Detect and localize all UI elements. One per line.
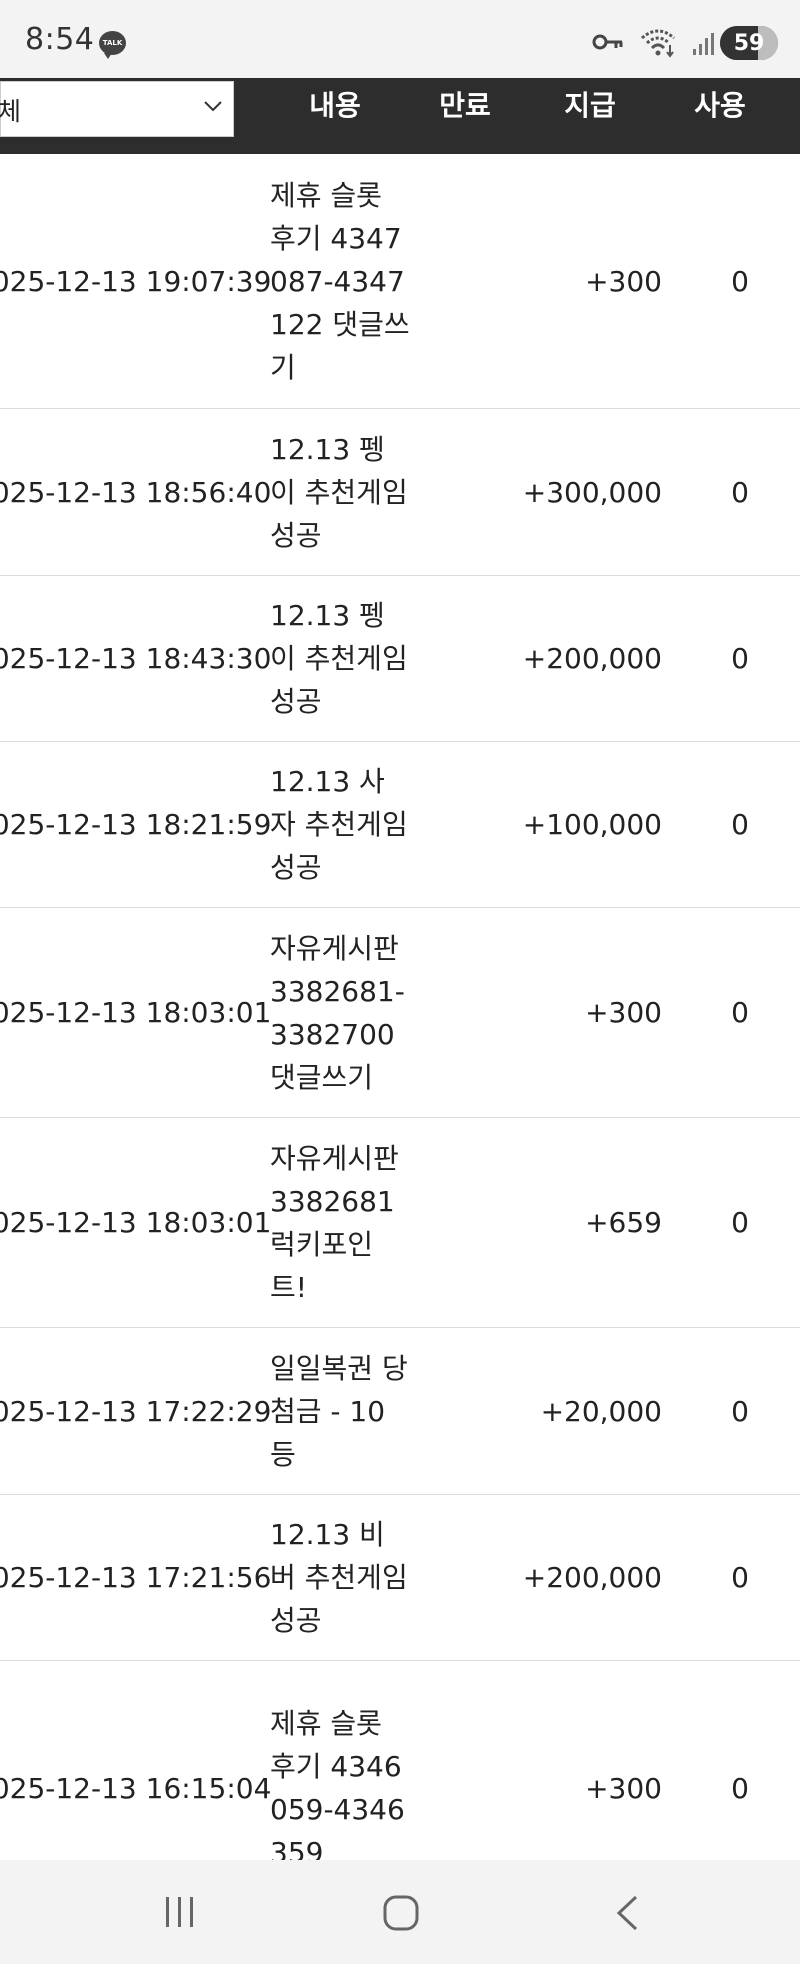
row-use: 0 [731,264,749,298]
column-header-content: 내용 [309,89,361,122]
filter-dropdown[interactable]: 전체 [0,81,234,137]
kakaotalk-notification-icon: TALK [99,31,126,59]
status-bar: 8:54 TALK 59 [0,0,800,78]
table-row: 2025-12-13 18:43:30 12.13 펭이 추천게임 성공 +20… [0,576,800,742]
recent-apps-icon[interactable] [162,1894,198,1930]
row-use: 0 [731,1394,749,1428]
row-payment: +659 [585,1206,662,1239]
status-time: 8:54 [25,22,95,57]
row-date: 2025-12-13 18:03:01 [0,1206,272,1239]
status-icons: 59 [580,26,800,62]
table-row: 2025-12-13 18:03:01 자유게시판 3382681-338270… [0,908,800,1118]
row-content: 일일복권 당첨금 - 10등 [270,1351,408,1471]
column-header-use: 사용 [694,89,746,122]
table-row: 2025-12-13 19:07:39 제휴 슬롯 후기 4347087-434… [0,154,800,409]
row-use: 0 [731,808,749,841]
chevron-down-icon [204,101,222,112]
vpn-key-icon [592,34,623,50]
row-content: 12.13 펭이 추천게임 성공 [270,432,408,552]
column-header-expiry: 만료 [439,89,491,122]
row-use: 0 [731,475,749,509]
row-date: 2025-12-13 18:43:30 [0,642,272,675]
home-icon[interactable] [382,1894,420,1932]
row-content: 12.13 사자 추천게임 성공 [270,765,408,884]
table-header: 전체 내용 만료 지급 사용 [0,78,800,154]
system-navigation-bar [0,1860,800,1964]
row-use: 0 [731,1561,749,1594]
table-row: 2025-12-13 18:56:40 12.13 펭이 추천게임 성공 +30… [0,409,800,576]
row-content: 제휴 슬롯 후기 4347087-4347122 댓글쓰기 [270,178,410,384]
table-row: 2025-12-13 17:21:56 12.13 비버 추천게임 성공 +20… [0,1495,800,1661]
wifi-icon [641,29,675,58]
signal-icon [693,33,714,55]
row-payment: +20,000 [540,1394,662,1428]
row-date: 2025-12-13 18:56:40 [0,475,272,509]
row-payment: +200,000 [522,642,662,675]
row-payment: +200,000 [522,1561,662,1594]
row-date: 2025-12-13 17:21:56 [0,1561,272,1594]
row-content: 자유게시판 3382681-3382700 댓글쓰기 [270,931,405,1094]
back-icon[interactable] [612,1894,642,1932]
row-use: 0 [731,642,749,675]
row-date: 2025-12-13 17:22:29 [0,1394,272,1428]
points-table-body: 2025-12-13 19:07:39 제휴 슬롯 후기 4347087-434… [0,154,800,1916]
table-row: 2025-12-13 17:22:29 일일복권 당첨금 - 10등 +20,0… [0,1328,800,1495]
battery-level: 59 [733,30,765,56]
column-header-payment: 지급 [564,89,616,122]
row-payment: +100,000 [522,808,662,841]
row-content: 12.13 펭이 추천게임 성공 [270,599,408,718]
row-payment: +300 [585,264,662,298]
row-use: 0 [731,1206,749,1239]
table-row: 2025-12-13 18:21:59 12.13 사자 추천게임 성공 +10… [0,742,800,908]
battery-indicator: 59 [720,26,778,60]
row-date: 2025-12-13 19:07:39 [0,264,272,298]
row-payment: +300 [585,996,662,1029]
row-content: 자유게시판 3382681 럭키포인트! [270,1141,399,1304]
table-row: 2025-12-13 18:03:01 자유게시판 3382681 럭키포인트!… [0,1118,800,1328]
row-date: 2025-12-13 18:21:59 [0,808,272,841]
row-date: 2025-12-13 18:03:01 [0,996,272,1029]
filter-selected-value: 전체 [0,97,22,126]
row-content: 12.13 비버 추천게임 성공 [270,1518,408,1637]
row-use: 0 [731,996,749,1029]
row-payment: +300,000 [522,475,662,509]
